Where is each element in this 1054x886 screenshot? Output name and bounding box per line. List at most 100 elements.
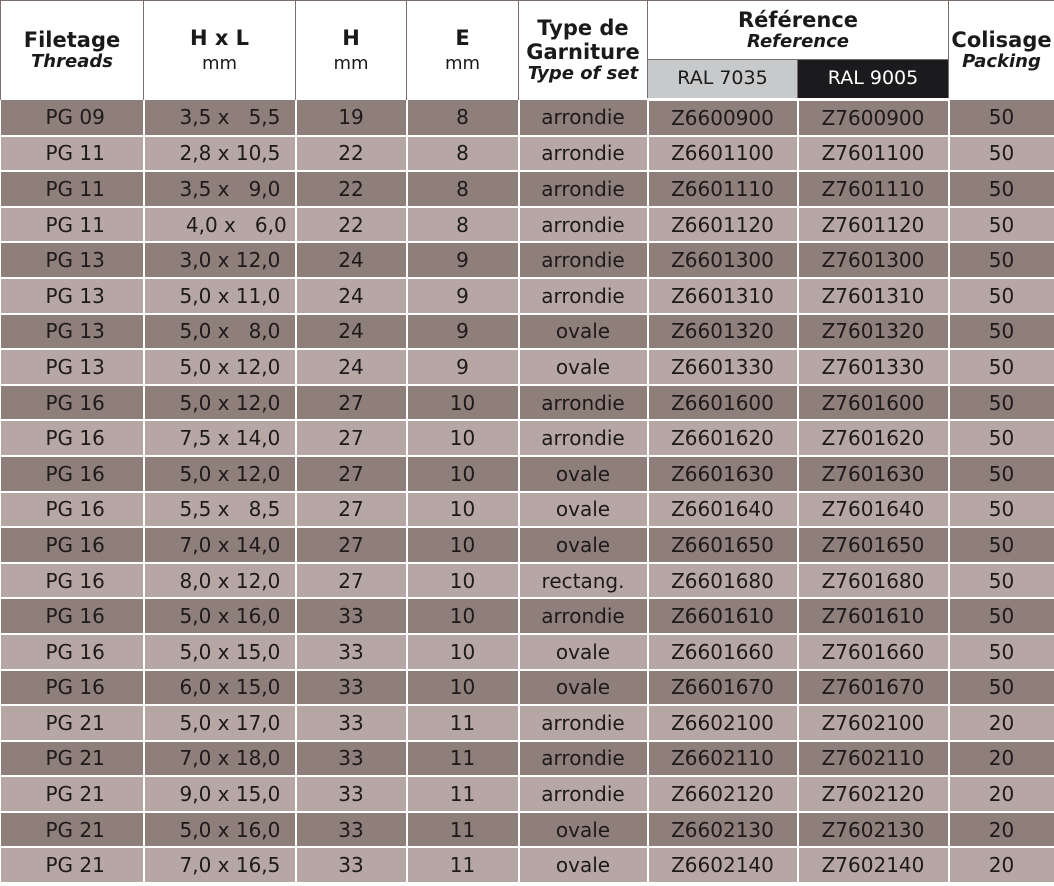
table-row: PG 13 5,0 x 8,0 24 9 ovale Z6601320 Z7601320 50: [0, 313, 1054, 351]
cell-packing: 20: [948, 740, 1054, 778]
cell-thread: PG 16: [0, 527, 145, 564]
cell-type: arrondie: [518, 171, 649, 208]
header-threads: Filetage Threads: [0, 0, 144, 100]
cell-thread: PG 21: [0, 705, 145, 742]
cell-e: 10: [406, 527, 520, 564]
cell-h: 27: [295, 384, 408, 422]
cell-packing: 50: [948, 669, 1054, 707]
cell-ref-ral-9005: Z7601660: [797, 633, 950, 671]
cell-h: 27: [295, 491, 408, 529]
cell-thread: PG 11: [0, 171, 145, 208]
cell-ref-ral-7035: Z6601630: [647, 455, 799, 493]
cell-e: 10: [406, 598, 520, 635]
cell-ref-ral-7035: Z6601670: [647, 669, 799, 707]
table-row: PG 13 5,0 x 12,0 24 9 ovale Z6601330 Z7601330 5…: [0, 349, 1054, 386]
cell-ref-ral-7035: Z6601310: [647, 277, 799, 315]
header-e: E mm: [406, 0, 519, 100]
cell-e: 10: [406, 633, 520, 671]
cell-thread: PG 16: [0, 669, 145, 707]
cell-h: 24: [295, 349, 408, 386]
cell-packing: 50: [948, 527, 1054, 564]
cell-type: ovale: [518, 455, 649, 493]
table-row: PG 16 5,5 x 8,5 27 10 ovale Z6601640 Z7601640 5…: [0, 491, 1054, 529]
cell-packing: 50: [948, 420, 1054, 457]
cell-packing: 20: [948, 705, 1054, 742]
product-table: Filetage Threads H x L mm H mm E mm Type…: [0, 0, 1054, 885]
cell-type: ovale: [518, 491, 649, 529]
cell-ref-ral-7035: Z6602120: [647, 776, 799, 813]
cell-e: 8: [406, 171, 520, 208]
cell-packing: 50: [948, 277, 1054, 315]
cell-thread: PG 11: [0, 206, 145, 244]
cell-thread: PG 13: [0, 242, 145, 279]
cell-thread: PG 16: [0, 384, 145, 422]
cell-h: 27: [295, 455, 408, 493]
cell-thread: PG 09: [0, 99, 145, 137]
cell-ref-ral-9005: Z7601110: [797, 171, 950, 208]
cell-h: 24: [295, 313, 408, 351]
table-row: PG 21 5,0 x 17,0 33 11 arrondie Z6602100 Z7602…: [0, 705, 1054, 742]
table-row: PG 16 7,0 x 14,0 27 10 ovale Z6601650 Z7601650…: [0, 527, 1054, 564]
cell-thread: PG 13: [0, 349, 145, 386]
header-h: H mm: [295, 0, 407, 100]
table-row: PG 16 5,0 x 16,0 33 10 arrondie Z6601610 Z7601…: [0, 598, 1054, 635]
cell-h: 33: [295, 847, 408, 885]
cell-packing: 50: [948, 349, 1054, 386]
cell-ref-ral-7035: Z6601680: [647, 562, 799, 600]
table-row: PG 09 3,5 x 5,5 19 8 arrondie Z6600900 Z760090…: [0, 99, 1054, 137]
header-h-label: H: [342, 25, 360, 50]
table-row: PG 21 7,0 x 16,5 33 11 ovale Z6602140 Z7602140…: [0, 847, 1054, 885]
cell-hxl: 2,8 x 10,5: [143, 135, 297, 173]
cell-thread: PG 13: [0, 313, 145, 351]
cell-type: arrondie: [518, 277, 649, 315]
cell-e: 11: [406, 811, 520, 849]
cell-h: 24: [295, 277, 408, 315]
header-reference-fr: Référence: [737, 7, 859, 32]
cell-packing: 50: [948, 171, 1054, 208]
cell-hxl: 5,0 x 12,0: [143, 455, 297, 493]
header-packing-en: Packing: [962, 50, 1041, 72]
cell-thread: PG 16: [0, 455, 145, 493]
cell-ref-ral-9005: Z7601320: [797, 313, 950, 351]
cell-ref-ral-7035: Z6601300: [647, 242, 799, 279]
cell-hxl: 3,5 x 5,5: [143, 99, 297, 137]
cell-e: 10: [406, 384, 520, 422]
cell-h: 33: [295, 633, 408, 671]
cell-hxl: 5,5 x 8,5: [143, 491, 297, 529]
table-row: PG 11 2,8 x 10,5 22 8 arrondie Z6601100 Z76011…: [0, 135, 1054, 173]
header-type-fr-1: Type de: [537, 15, 629, 40]
cell-ref-ral-9005: Z7601620: [797, 420, 950, 457]
cell-h: 27: [295, 527, 408, 564]
table-row: PG 11 4,0 x 6,0 22 8 arrondie Z6601120 Z76011…: [0, 206, 1054, 244]
table-row: PG 13 5,0 x 11,0 24 9 arrondie Z6601310 Z76013…: [0, 277, 1054, 315]
cell-h: 33: [295, 811, 408, 849]
cell-h: 27: [295, 420, 408, 457]
cell-h: 33: [295, 705, 408, 742]
cell-e: 10: [406, 455, 520, 493]
cell-ref-ral-7035: Z6601600: [647, 384, 799, 422]
cell-h: 27: [295, 562, 408, 600]
cell-ref-ral-9005: Z7602100: [797, 705, 950, 742]
cell-hxl: 5,0 x 16,0: [143, 598, 297, 635]
cell-ref-ral-7035: Z6602110: [647, 740, 799, 778]
cell-h: 19: [295, 99, 408, 137]
cell-type: arrondie: [518, 420, 649, 457]
cell-thread: PG 16: [0, 633, 145, 671]
header-hxl: H x L mm: [143, 0, 296, 100]
cell-ref-ral-7035: Z6601660: [647, 633, 799, 671]
cell-thread: PG 21: [0, 740, 145, 778]
header-ral-7035: RAL 7035: [647, 59, 798, 101]
cell-ref-ral-9005: Z7602120: [797, 776, 950, 813]
table-row: PG 13 3,0 x 12,0 24 9 arrondie Z6601300 Z76013…: [0, 242, 1054, 279]
cell-ref-ral-7035: Z6601320: [647, 313, 799, 351]
cell-ref-ral-9005: Z7601650: [797, 527, 950, 564]
cell-ref-ral-7035: Z6601610: [647, 598, 799, 635]
cell-h: 22: [295, 135, 408, 173]
cell-thread: PG 21: [0, 847, 145, 885]
cell-packing: 50: [948, 99, 1054, 137]
cell-hxl: 5,0 x 16,0: [143, 811, 297, 849]
cell-hxl: 5,0 x 8,0: [143, 313, 297, 351]
cell-h: 24: [295, 242, 408, 279]
cell-ref-ral-7035: Z6602130: [647, 811, 799, 849]
cell-e: 8: [406, 99, 520, 137]
